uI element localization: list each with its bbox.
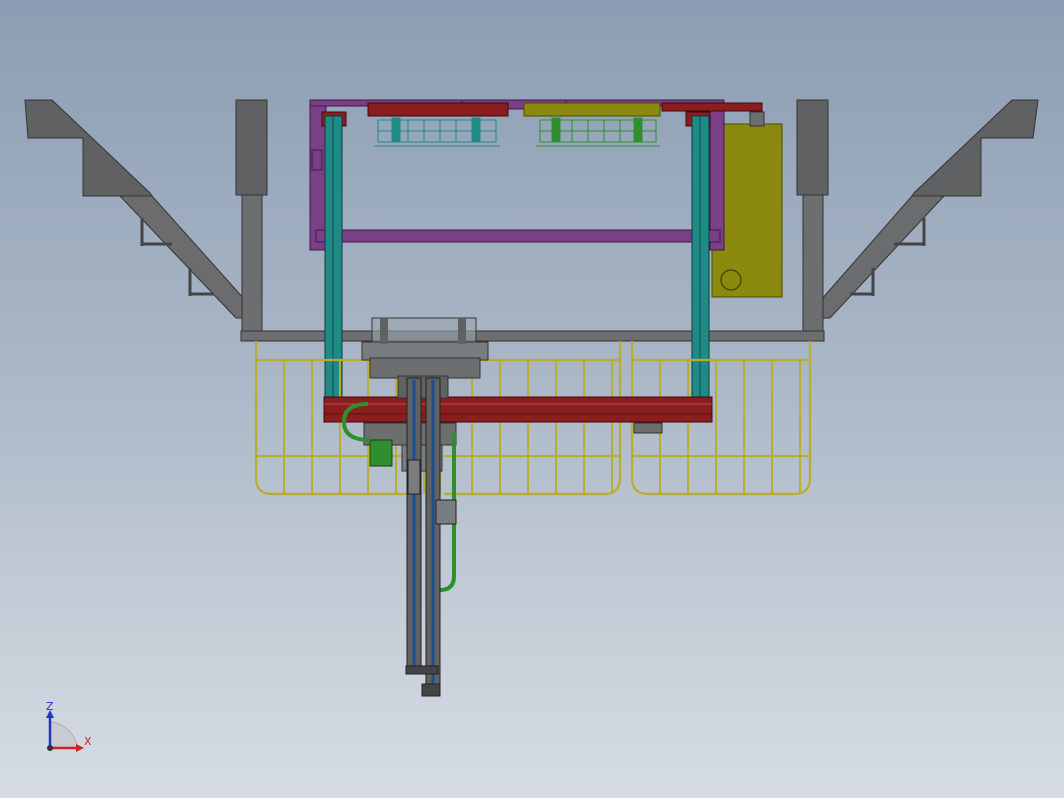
axis-z-label: Z [46, 700, 54, 713]
upper-frame [309, 99, 725, 251]
right-outrigger [820, 99, 1039, 319]
cad-viewport[interactable]: Z X [0, 0, 1064, 798]
railing-bars [283, 360, 801, 494]
top-gripper-right [536, 117, 660, 147]
axis-triad: Z X [46, 700, 92, 752]
cad-model-drawing: Z X [24, 99, 1039, 752]
left-outrigger [24, 99, 246, 319]
working-beam [323, 396, 713, 423]
axis-x-label: X [84, 735, 92, 748]
top-gripper-left [374, 117, 500, 147]
